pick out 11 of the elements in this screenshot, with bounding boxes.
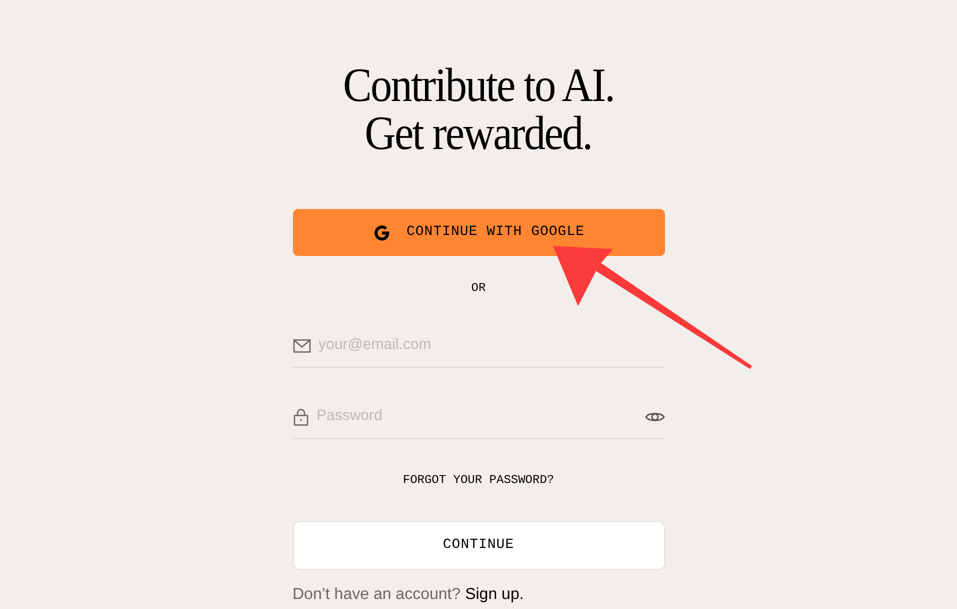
headline: Contribute to AI. [342, 62, 614, 110]
separator-text: OR [471, 280, 486, 297]
continue-button[interactable]: CONTINUE [292, 521, 664, 570]
padlock-icon [292, 408, 308, 426]
google-sign-in-button[interactable]: CONTINUE WITH GOOGLE [292, 209, 664, 256]
sign-up-prompt: Don’t have an account? Sign up. [292, 585, 525, 605]
annotation-arrow-icon [550, 244, 754, 370]
sign-up-link[interactable]: Sign up. [465, 586, 524, 603]
headline: Get rewarded. [364, 110, 592, 158]
mail-icon [292, 338, 310, 352]
forgot-password-link[interactable]: FORGOT YOUR PASSWORD? [402, 471, 554, 489]
